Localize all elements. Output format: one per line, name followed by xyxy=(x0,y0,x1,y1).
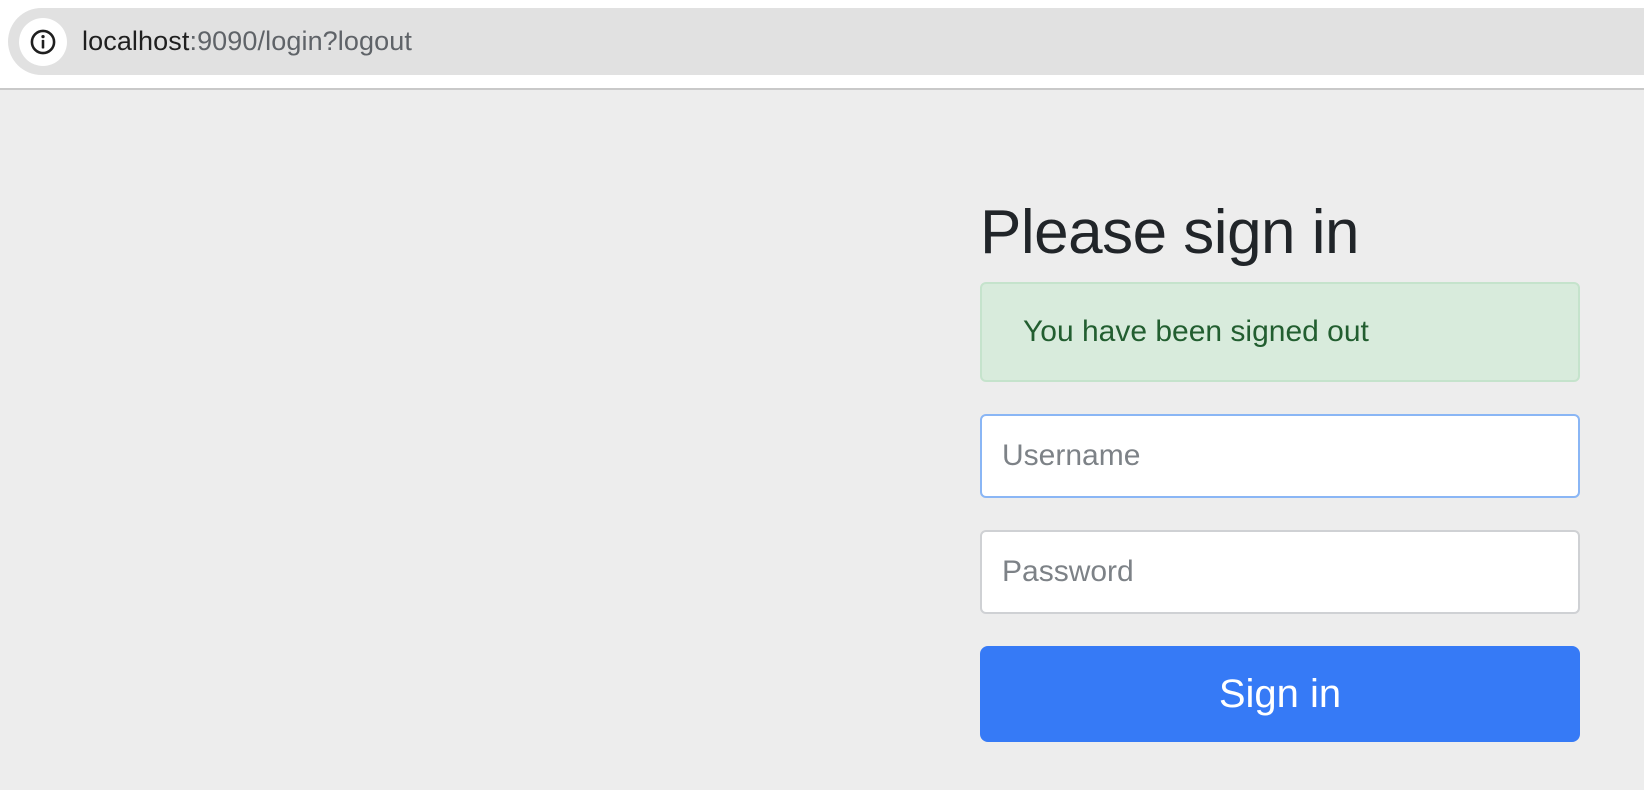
password-input[interactable] xyxy=(980,530,1580,614)
url-host: localhost xyxy=(82,26,190,56)
signed-out-alert: You have been signed out xyxy=(980,282,1580,382)
username-input[interactable] xyxy=(980,414,1580,498)
login-page: Please sign in You have been signed out … xyxy=(0,90,1644,790)
login-form: Please sign in You have been signed out … xyxy=(980,198,1580,742)
info-icon[interactable] xyxy=(19,18,67,66)
page-title: Please sign in xyxy=(980,198,1360,267)
address-bar[interactable]: localhost:9090/login?logout xyxy=(8,8,1644,75)
sign-in-button[interactable]: Sign in xyxy=(980,646,1580,742)
browser-toolbar: localhost:9090/login?logout xyxy=(0,0,1644,90)
url-path: :9090/login?logout xyxy=(189,26,412,56)
url-text[interactable]: localhost:9090/login?logout xyxy=(82,8,412,75)
